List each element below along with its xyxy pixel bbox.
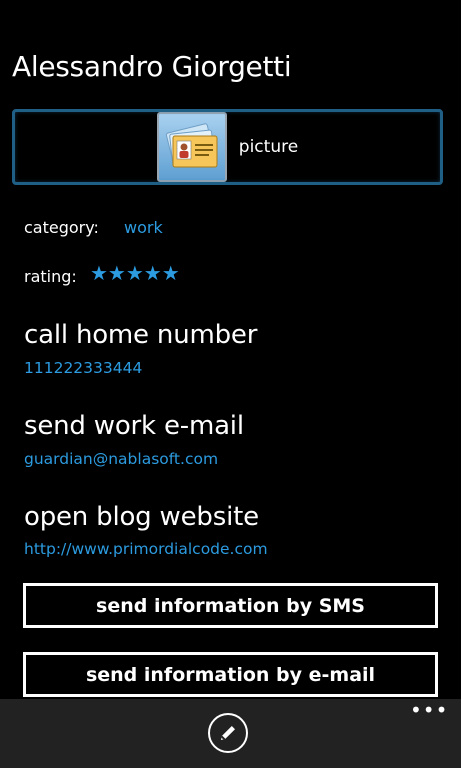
send-email-button[interactable]: send information by e-mail — [23, 652, 438, 697]
rating-stars[interactable]: ★★★★★ — [90, 262, 180, 284]
contact-name-title: Alessandro Giorgetti — [12, 50, 292, 83]
category-value[interactable]: work — [124, 218, 163, 237]
category-label: category: — [24, 218, 99, 237]
contact-card-icon — [156, 112, 227, 182]
picture-label: picture — [238, 137, 299, 157]
more-options-icon[interactable]: ••• — [410, 700, 447, 723]
home-number-value[interactable]: 111222333444 — [24, 358, 142, 378]
blog-website-value[interactable]: http://www.primordialcode.com — [24, 539, 268, 559]
rating-stars-glyphs: ★★★★★ — [90, 261, 180, 285]
work-email-value[interactable]: guardian@nablasoft.com — [24, 449, 218, 469]
picture-button[interactable]: picture — [12, 109, 443, 185]
call-home-number-title[interactable]: call home number — [24, 319, 257, 351]
open-blog-website-title[interactable]: open blog website — [24, 501, 259, 533]
send-work-email-title[interactable]: send work e-mail — [24, 410, 244, 442]
rating-label: rating: — [24, 267, 77, 286]
send-sms-button[interactable]: send information by SMS — [23, 583, 438, 628]
application-bar: ••• — [0, 699, 461, 768]
edit-pencil-icon[interactable] — [208, 713, 248, 753]
